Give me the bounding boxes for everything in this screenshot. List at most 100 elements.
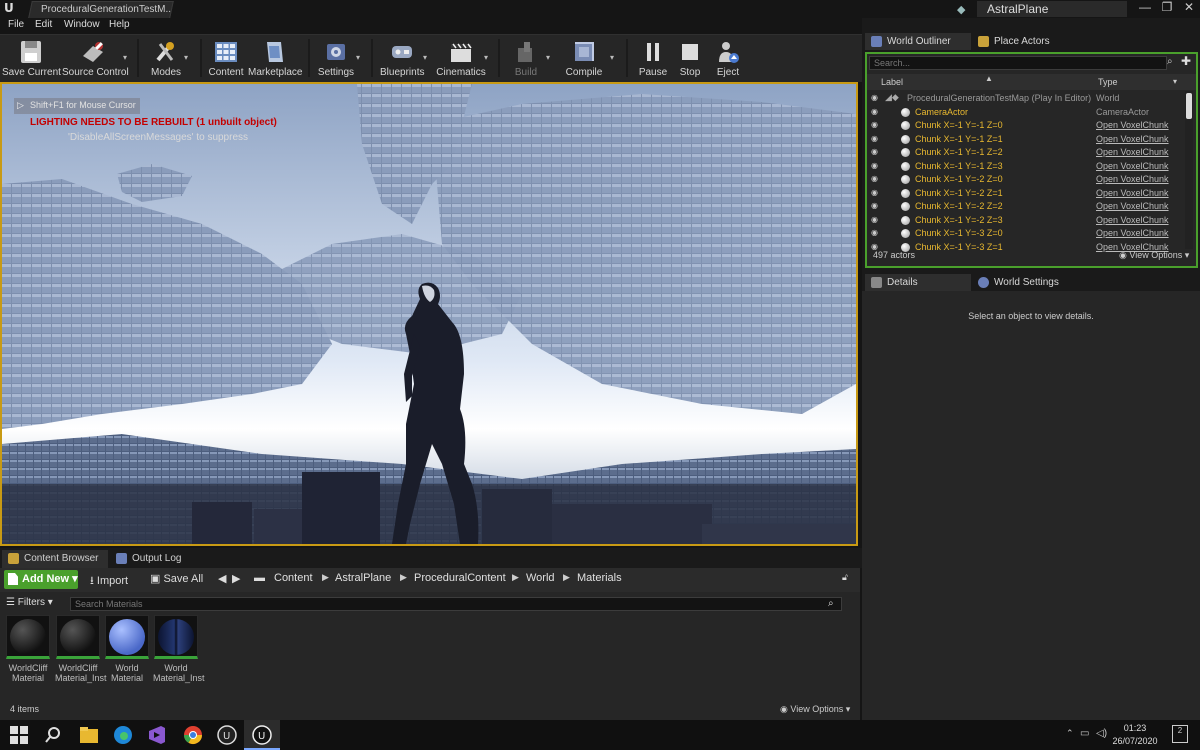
close-button[interactable]: ✕ [1178,0,1200,16]
filters-button[interactable]: ☰ Filters ▾ [6,597,53,608]
visibility-eye-icon[interactable]: ◉ [871,228,880,237]
unreal-editor-taskbar-button[interactable]: U [244,720,280,750]
source-control-dropdown-icon[interactable]: ▾ [123,53,131,62]
outliner-row[interactable]: ◉ Chunk X=-1 Y=-2 Z=2 Open VoxelChunk [867,200,1185,213]
file-explorer-icon[interactable] [78,724,100,746]
unreal-launcher-icon[interactable]: U [216,724,238,746]
maximize-button[interactable]: ❐ [1156,0,1178,16]
add-new-button[interactable]: Add New ▾ [4,570,78,589]
content-button[interactable]: Content [206,35,246,81]
modes-button[interactable]: Modes [146,35,186,81]
tab-details[interactable]: Details [865,274,971,291]
outliner-row[interactable]: ◉ Chunk X=-1 Y=-2 Z=0 Open VoxelChunk [867,173,1185,186]
visibility-eye-icon[interactable]: ◉ [871,93,880,102]
outliner-row-type[interactable]: Open VoxelChunk [1096,161,1169,171]
visibility-eye-icon[interactable]: ◉ [871,174,880,183]
search-icon[interactable]: ⌕ [1167,56,1173,67]
marketplace-button[interactable]: Marketplace [248,35,302,81]
network-icon[interactable]: ▭ [1080,728,1089,739]
save-all-button[interactable]: ▣ Save All [150,572,203,585]
blueprints-button[interactable]: Blueprints [380,35,424,81]
visibility-eye-icon[interactable]: ◉ [871,120,880,129]
stop-button[interactable]: Stop [674,35,706,81]
visibility-eye-icon[interactable]: ◉ [871,188,880,197]
menu-edit[interactable]: Edit [35,19,52,30]
settings-button[interactable]: Settings [316,35,356,81]
asset-world-material[interactable]: World Material [104,615,150,683]
source-control-button[interactable]: Source Control [62,35,129,81]
forward-arrow-icon[interactable]: ▶ [232,572,240,585]
menu-file[interactable]: File [8,19,24,30]
menu-help[interactable]: Help [109,19,130,30]
outliner-row-type[interactable]: Open VoxelChunk [1096,215,1169,225]
cinematics-button[interactable]: Cinematics [436,35,486,81]
breadcrumb-separator-icon[interactable]: ▶ [512,572,519,583]
build-dropdown-icon[interactable]: ▾ [546,53,554,62]
search-icon[interactable]: ⌕ [828,598,834,609]
asset-world-material-inst[interactable]: World Material_Inst [153,615,205,683]
minimize-button[interactable]: — [1134,0,1156,16]
add-filter-icon[interactable]: ✚ [1181,54,1191,68]
blueprints-dropdown-icon[interactable]: ▾ [423,53,431,62]
back-arrow-icon[interactable]: ◀ [218,572,226,585]
outliner-row-type[interactable]: Open VoxelChunk [1096,188,1169,198]
breadcrumb-proceduralcontent[interactable]: ProceduralContent [414,572,506,584]
import-button[interactable]: ⭳ Import [90,572,128,591]
visibility-eye-icon[interactable]: ◉ [871,161,880,170]
modes-dropdown-icon[interactable]: ▾ [184,53,192,62]
tab-output-log[interactable]: Output Log [110,550,200,568]
outliner-scrollbar[interactable] [1185,91,1193,249]
level-document-tab[interactable]: ProceduralGenerationTestM... [28,1,174,18]
breadcrumb-separator-icon[interactable]: ▶ [400,572,407,583]
level-viewport[interactable]: ▷ Shift+F1 for Mouse Cursor LIGHTING NEE… [0,82,858,546]
outliner-row-type[interactable]: Open VoxelChunk [1096,120,1169,130]
clock-date[interactable]: 26/07/2020 [1110,736,1160,746]
asset-worldcliff-material[interactable]: WorldCliff Material [5,615,51,683]
breadcrumb-materials[interactable]: Materials [577,572,622,584]
outliner-row[interactable]: ◉ Chunk X=-1 Y=-2 Z=1 Open VoxelChunk [867,187,1185,200]
scrollbar-thumb[interactable] [1186,93,1192,119]
visibility-eye-icon[interactable]: ◉ [871,107,880,116]
breadcrumb-content[interactable]: Content [274,572,313,584]
breadcrumb-separator-icon[interactable]: ▶ [563,572,570,583]
visibility-eye-icon[interactable]: ◉ [871,201,880,210]
compile-dropdown-icon[interactable]: ▾ [610,53,618,62]
tab-world-settings[interactable]: World Settings [972,274,1078,291]
outliner-row-type[interactable]: Open VoxelChunk [1096,174,1169,184]
tab-content-browser[interactable]: Content Browser [2,550,108,568]
menu-window[interactable]: Window [64,19,100,30]
breadcrumb-astralplane[interactable]: AstralPlane [335,572,391,584]
content-view-options-button[interactable]: ◉ View Options ▾ [780,704,850,715]
outliner-row[interactable]: ◉ Chunk X=-1 Y=-1 Z=3 Open VoxelChunk [867,160,1185,173]
windows-start-icon[interactable] [8,724,30,746]
outliner-row[interactable]: ◉ Chunk X=-1 Y=-1 Z=2 Open VoxelChunk [867,146,1185,159]
outliner-search-input[interactable]: Search... [869,56,1167,70]
visibility-eye-icon[interactable]: ◉ [871,215,880,224]
compile-button[interactable]: Compile [564,35,604,81]
outliner-row[interactable]: ◉ Chunk X=-1 Y=-1 Z=0 Open VoxelChunk [867,119,1185,132]
save-current-button[interactable]: Save Current [2,35,61,81]
search-materials-input[interactable]: Search Materials [70,597,842,611]
outliner-row[interactable]: ◉ Chunk X=-1 Y=-2 Z=3 Open VoxelChunk [867,214,1185,227]
eject-button[interactable]: Eject [710,35,746,81]
tray-expand-icon[interactable]: ⌃ [1066,728,1074,739]
visual-studio-icon[interactable] [146,724,168,746]
tab-place-actors[interactable]: Place Actors [972,33,1078,50]
folder-icon[interactable]: ▬ [254,572,265,584]
outliner-view-options-button[interactable]: ◉ View Options ▾ [1119,250,1189,261]
search-icon[interactable] [42,724,64,746]
outliner-row-type[interactable]: Open VoxelChunk [1096,228,1169,238]
lock-icon[interactable]: 🔓︎ [842,572,848,583]
visibility-eye-icon[interactable]: ◉ [871,147,880,156]
outliner-row[interactable]: ◉ ◢◆ ProceduralGenerationTestMap (Play In … [867,92,1185,105]
outliner-row[interactable]: ◉ Chunk X=-1 Y=-3 Z=0 Open VoxelChunk [867,227,1185,240]
tab-world-outliner[interactable]: World Outliner [865,33,971,50]
outliner-row[interactable]: ◉ CameraActor CameraActor [867,106,1185,119]
breadcrumb-world[interactable]: World [526,572,555,584]
column-label-header[interactable]: Label [881,77,903,87]
column-menu-icon[interactable]: ▾ [1173,77,1177,86]
outliner-row[interactable]: ◉ Chunk X=-1 Y=-1 Z=1 Open VoxelChunk [867,133,1185,146]
asset-worldcliff-material-inst[interactable]: WorldCliff Material_Inst [55,615,107,683]
chrome-browser-icon[interactable] [182,724,204,746]
volume-icon[interactable]: ◁) [1096,728,1107,739]
